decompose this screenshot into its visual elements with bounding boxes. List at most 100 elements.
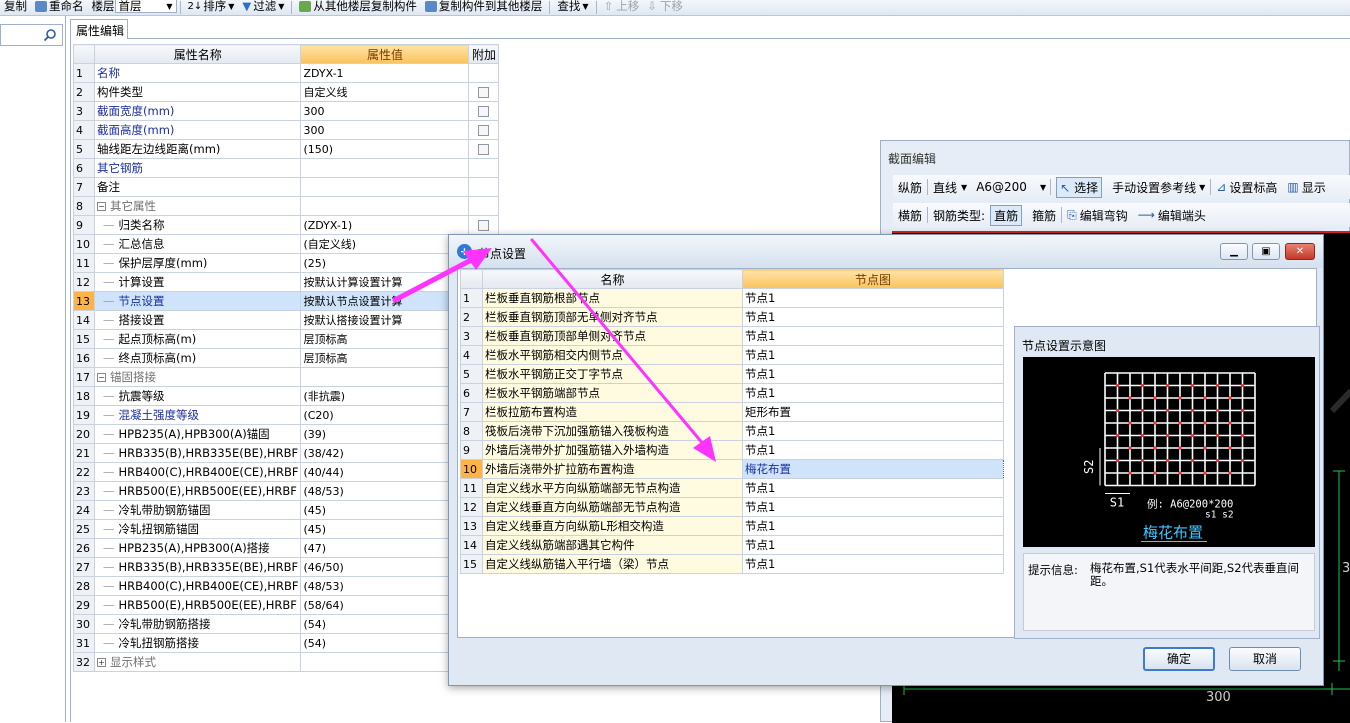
search-input[interactable]	[0, 24, 63, 46]
collapse-icon[interactable]: −	[97, 202, 106, 211]
property-row[interactable]: 25— 冷轧扭钢筋锚固 (45)	[73, 519, 500, 539]
manual-reference-line-button[interactable]: 手动设置参考线 ▼	[1107, 179, 1210, 196]
property-row[interactable]: 18— 抗震等级 (非抗震)	[73, 386, 500, 406]
node-row[interactable]: 11 自定义线水平方向纵筋端部无节点构造 节点1	[460, 478, 1004, 498]
node-row[interactable]: 10 外墙后浇带外扩拉筋布置构造 梅花布置	[460, 459, 1004, 479]
property-row[interactable]: 9— 归类名称 (ZDYX-1)	[73, 215, 500, 235]
node-value-cell[interactable]: 节点1	[742, 554, 1004, 574]
straight-bar-button[interactable]: 直筋	[985, 204, 1027, 226]
property-value-cell[interactable]: (C20)	[300, 405, 470, 425]
property-row[interactable]: 32 + 显示样式	[73, 652, 500, 672]
property-row[interactable]: 10— 汇总信息 (自定义线)	[73, 234, 500, 254]
node-value-cell[interactable]: 节点1	[742, 478, 1004, 498]
node-value-cell[interactable]: 节点1	[742, 516, 1004, 536]
property-value-cell[interactable]: 300	[300, 120, 470, 140]
property-row[interactable]: 14— 搭接设置 按默认搭接设置计算	[73, 310, 500, 330]
node-value-cell[interactable]: 节点1	[742, 326, 1004, 346]
copy-button[interactable]: 复制	[0, 0, 31, 14]
property-row[interactable]: 24— 冷轧带肋钢筋锚固 (45)	[73, 500, 500, 520]
display-button[interactable]: ▥ 显示	[1282, 179, 1330, 196]
property-value-cell[interactable]: (38/42)	[300, 443, 470, 463]
cancel-button[interactable]: 取消	[1229, 647, 1301, 671]
checkbox[interactable]	[478, 220, 490, 231]
move-up-button[interactable]: ⇧ 上移	[600, 0, 644, 14]
copy-from-floor-button[interactable]: 从其他楼层复制构件	[295, 0, 421, 14]
property-value-cell[interactable]: (54)	[300, 633, 470, 653]
property-row[interactable]: 17− 锚固搭接	[73, 367, 500, 387]
node-row[interactable]: 2 栏板垂直钢筋顶部无单侧对齐节点 节点1	[460, 307, 1004, 327]
property-row[interactable]: 31— 冷轧扭钢筋搭接 (54)	[73, 633, 500, 653]
expand-icon[interactable]: +	[97, 658, 106, 667]
property-value-cell[interactable]: 按默认计算设置计算	[300, 272, 470, 292]
property-row[interactable]: 20— HPB235(A),HPB300(A)锚固 (39)	[73, 424, 500, 444]
property-value-cell[interactable]: (58/64)	[300, 595, 470, 615]
set-elevation-button[interactable]: ⊿ 设置标高	[1211, 179, 1282, 196]
close-button[interactable]: ✕	[1285, 243, 1315, 260]
node-row[interactable]: 1 栏板垂直钢筋根部节点 节点1	[460, 288, 1004, 308]
node-row[interactable]: 7 栏板拉筋布置构造 矩形布置	[460, 402, 1004, 422]
property-row[interactable]: 4 截面高度(mm) 300	[73, 120, 500, 140]
property-row[interactable]: 3 截面宽度(mm) 300	[73, 101, 500, 121]
stirrup-button[interactable]: 箍筋	[1027, 207, 1061, 224]
checkbox[interactable]	[478, 144, 490, 155]
property-row[interactable]: 12— 计算设置 按默认计算设置计算	[73, 272, 500, 292]
property-value-cell[interactable]: 层顶标高	[300, 348, 470, 368]
property-value-cell[interactable]: (54)	[300, 614, 470, 634]
filter-button[interactable]: ▼ 过滤 ▼	[238, 0, 288, 14]
property-row[interactable]: 15— 起点顶标高(m) 层顶标高	[73, 329, 500, 349]
line-mode-select[interactable]: 直线 ▼	[928, 179, 972, 196]
transverse-bar-button[interactable]: 横筋	[893, 207, 927, 224]
property-row[interactable]: 5 轴线距左边线距离(mm) (150)	[73, 139, 500, 159]
dialog-titlebar[interactable]: + 节点设置 ▁ ▣ ✕	[449, 235, 1323, 268]
floor-select[interactable]: 首层 ▼	[114, 0, 177, 13]
property-row[interactable]: 16— 终点顶标高(m) 层顶标高	[73, 348, 500, 368]
node-value-cell[interactable]: 节点1	[742, 421, 1004, 441]
property-value-cell[interactable]	[300, 158, 470, 178]
property-row[interactable]: 2 构件类型 自定义线	[73, 82, 500, 102]
checkbox[interactable]	[478, 87, 490, 98]
find-button[interactable]: 查找 ▼	[553, 0, 592, 14]
rename-button[interactable]: 重命名	[31, 0, 88, 14]
property-row[interactable]: 13— 节点设置 按默认节点设置计算	[73, 291, 500, 311]
property-value-cell[interactable]: 300	[300, 101, 470, 121]
property-value-cell[interactable]: 按默认节点设置计算	[300, 291, 470, 311]
property-value-cell[interactable]: (40/44)	[300, 462, 470, 482]
property-value-cell[interactable]	[300, 177, 470, 197]
search-icon[interactable]	[43, 28, 57, 42]
node-value-cell[interactable]: 梅花布置	[742, 459, 1004, 479]
select-tool-button[interactable]: ↖ 选择	[1051, 176, 1107, 198]
node-row[interactable]: 3 栏板垂直钢筋顶部单侧对齐节点 节点1	[460, 326, 1004, 346]
property-value-cell[interactable]: 按默认搭接设置计算	[300, 310, 470, 330]
property-value-cell[interactable]: (45)	[300, 500, 470, 520]
property-value-cell[interactable]: (48/53)	[300, 576, 470, 596]
property-row[interactable]: 30— 冷轧带肋钢筋搭接 (54)	[73, 614, 500, 634]
node-row[interactable]: 6 栏板水平钢筋端部节点 节点1	[460, 383, 1004, 403]
property-row[interactable]: 28— HRB400(C),HRB400E(CE),HRBF (48/53)	[73, 576, 500, 596]
property-row[interactable]: 29— HRB500(E),HRB500E(EE),HRBF (58/64)	[73, 595, 500, 615]
copy-to-floor-button[interactable]: 复制构件到其他楼层	[421, 0, 547, 14]
rebar-spec-select[interactable]: A6@200 ▼	[972, 180, 1050, 194]
node-value-cell[interactable]: 节点1	[742, 307, 1004, 327]
minimize-button[interactable]: ▁	[1220, 243, 1248, 260]
property-value-cell[interactable]: ZDYX-1	[300, 63, 470, 83]
property-value-cell[interactable]	[300, 652, 470, 672]
property-row[interactable]: 22— HRB400(C),HRB400E(CE),HRBF (40/44)	[73, 462, 500, 482]
checkbox[interactable]	[478, 125, 490, 136]
node-row[interactable]: 14 自定义线纵筋端部遇其它构件 节点1	[460, 535, 1004, 555]
property-row[interactable]: 23— HRB500(E),HRB500E(EE),HRBF (48/53)	[73, 481, 500, 501]
node-row[interactable]: 9 外墙后浇带外扩加强筋锚入外墙构造 节点1	[460, 440, 1004, 460]
node-row[interactable]: 5 栏板水平钢筋正交丁字节点 节点1	[460, 364, 1004, 384]
node-row[interactable]: 12 自定义线垂直方向纵筋端部无节点构造 节点1	[460, 497, 1004, 517]
property-value-cell[interactable]: (ZDYX-1)	[300, 215, 470, 235]
node-value-cell[interactable]: 节点1	[742, 345, 1004, 365]
node-row[interactable]: 13 自定义线垂直方向纵筋L形相交构造 节点1	[460, 516, 1004, 536]
node-row[interactable]: 4 栏板水平钢筋相交内侧节点 节点1	[460, 345, 1004, 365]
property-value-cell[interactable]: (45)	[300, 519, 470, 539]
property-row[interactable]: 26— HPB235(A),HPB300(A)搭接 (47)	[73, 538, 500, 558]
property-row[interactable]: 11— 保护层厚度(mm) (25)	[73, 253, 500, 273]
node-row[interactable]: 15 自定义线纵筋锚入平行墙（梁）节点 节点1	[460, 554, 1004, 574]
node-value-cell[interactable]: 节点1	[742, 497, 1004, 517]
property-value-cell[interactable]	[300, 196, 470, 216]
maximize-button[interactable]: ▣	[1252, 243, 1280, 260]
property-value-cell[interactable]: 自定义线	[300, 82, 470, 102]
